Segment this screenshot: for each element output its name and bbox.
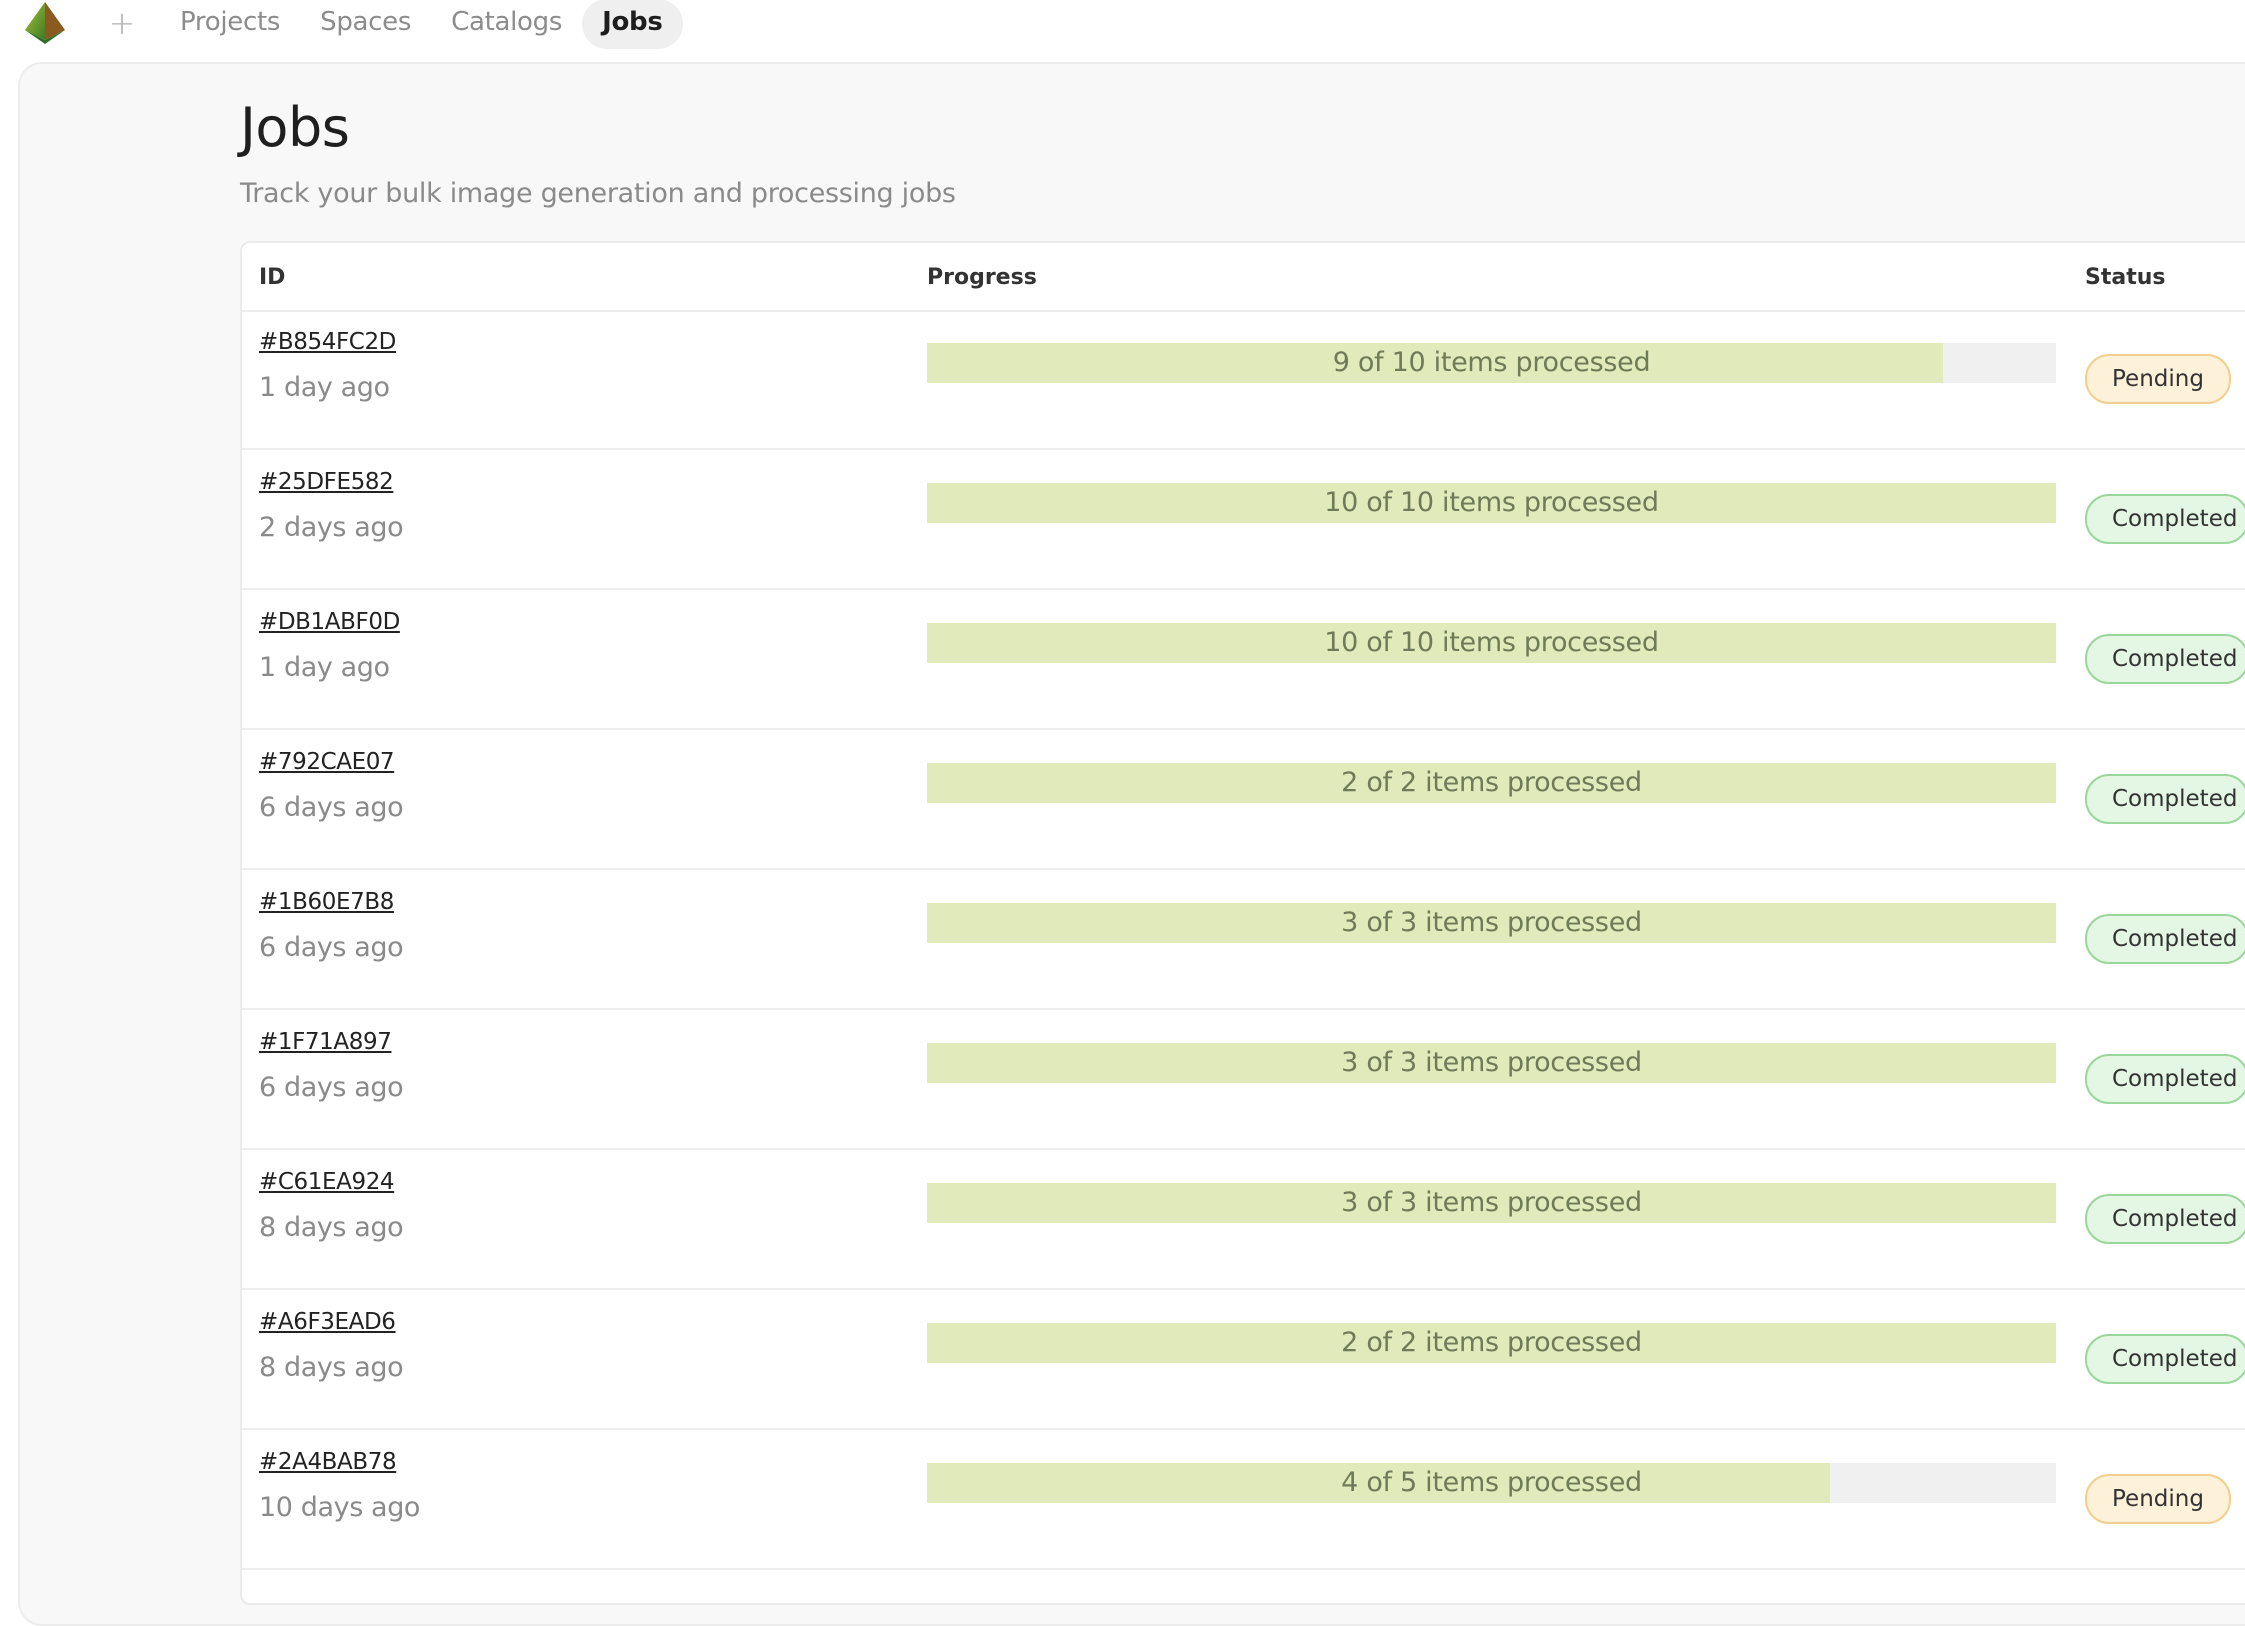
progress-bar: 4 of 5 items processed [927,1463,2056,1503]
table-row[interactable]: #25DFE582 2 days ago 10 of 10 items proces… [242,450,2245,590]
job-id-link[interactable]: #B854FC2D [259,329,396,355]
progress-label: 2 of 2 items processed [1341,767,1642,798]
table-row[interactable]: #B854FC2D 1 day ago 9 of 10 items processe… [242,310,2245,450]
app-logo-icon[interactable] [22,0,68,46]
nav-item-projects[interactable]: Projects [160,0,300,49]
progress-label: 2 of 2 items processed [1341,1327,1642,1358]
table-row[interactable]: #1F71A897 6 days ago 3 of 3 items processe… [242,1010,2245,1150]
job-timestamp: 6 days ago [259,932,404,963]
table-row[interactable]: #C61EA924 8 days ago 3 of 3 items processe… [242,1150,2245,1290]
job-id-link[interactable]: #DB1ABF0D [259,609,400,635]
nav-item-jobs[interactable]: Jobs [582,0,683,49]
table-row[interactable]: #2A4BAB78 10 days ago 4 of 5 items process… [242,1430,2245,1570]
main-nav: Projects Spaces Catalogs Jobs [160,0,683,49]
table-header: ID Progress Status [242,243,2245,312]
column-header-id: ID [259,265,286,290]
job-timestamp: 8 days ago [259,1212,404,1243]
add-button[interactable]: + [104,3,140,43]
table-row[interactable]: #792CAE07 6 days ago 2 of 2 items processe… [242,730,2245,870]
job-timestamp: 1 day ago [259,372,390,403]
job-timestamp: 10 days ago [259,1492,421,1523]
status-badge: Completed [2085,1054,2245,1104]
progress-label: 3 of 3 items processed [1341,1187,1642,1218]
progress-bar: 3 of 3 items processed [927,1043,2056,1083]
job-id-link[interactable]: #792CAE07 [259,749,395,775]
progress-label: 4 of 5 items processed [1341,1467,1642,1498]
nav-item-catalogs[interactable]: Catalogs [431,0,582,49]
job-timestamp: 6 days ago [259,792,404,823]
job-id-link[interactable]: #25DFE582 [259,469,394,495]
column-header-progress: Progress [927,265,1037,290]
table-row[interactable]: #A6F3EAD6 8 days ago 2 of 2 items processe… [242,1290,2245,1430]
status-badge: Completed [2085,1334,2245,1384]
status-badge: Pending [2085,1474,2231,1524]
status-badge: Completed [2085,914,2245,964]
page-subtitle: Track your bulk image generation and pro… [240,178,956,209]
progress-label: 3 of 3 items processed [1341,1047,1642,1078]
job-id-link[interactable]: #1B60E7B8 [259,889,394,915]
progress-bar: 9 of 10 items processed [927,343,2056,383]
page-title: Jobs [240,96,350,159]
progress-label: 10 of 10 items processed [1324,627,1659,658]
table-row[interactable]: #1B60E7B8 6 days ago 3 of 3 items processe… [242,870,2245,1010]
status-badge: Pending [2085,354,2231,404]
job-timestamp: 1 day ago [259,652,390,683]
plus-icon: + [108,4,136,42]
progress-label: 10 of 10 items processed [1324,487,1659,518]
top-navigation-bar: + Projects Spaces Catalogs Jobs [0,0,2245,62]
job-id-link[interactable]: #A6F3EAD6 [259,1309,396,1335]
job-timestamp: 6 days ago [259,1072,404,1103]
job-id-link[interactable]: #1F71A897 [259,1029,392,1055]
job-timestamp: 2 days ago [259,512,404,543]
status-badge: Completed [2085,494,2245,544]
progress-bar: 3 of 3 items processed [927,1183,2056,1223]
job-timestamp: 8 days ago [259,1352,404,1383]
progress-bar: 2 of 2 items processed [927,763,2056,803]
column-header-status: Status [2085,265,2166,290]
job-id-link[interactable]: #C61EA924 [259,1169,395,1195]
table-row[interactable]: #DB1ABF0D 1 day ago 10 of 10 items process… [242,590,2245,730]
nav-item-spaces[interactable]: Spaces [300,0,431,49]
progress-bar: 2 of 2 items processed [927,1323,2056,1363]
job-id-link[interactable]: #2A4BAB78 [259,1449,397,1475]
status-badge: Completed [2085,634,2245,684]
progress-bar: 10 of 10 items processed [927,623,2056,663]
progress-bar: 10 of 10 items processed [927,483,2056,523]
progress-label: 3 of 3 items processed [1341,907,1642,938]
progress-bar: 3 of 3 items processed [927,903,2056,943]
progress-label: 9 of 10 items processed [1332,347,1651,378]
status-badge: Completed [2085,774,2245,824]
jobs-table: ID Progress Status #B854FC2D 1 day ago 9 o… [240,241,2245,1605]
status-badge: Completed [2085,1194,2245,1244]
